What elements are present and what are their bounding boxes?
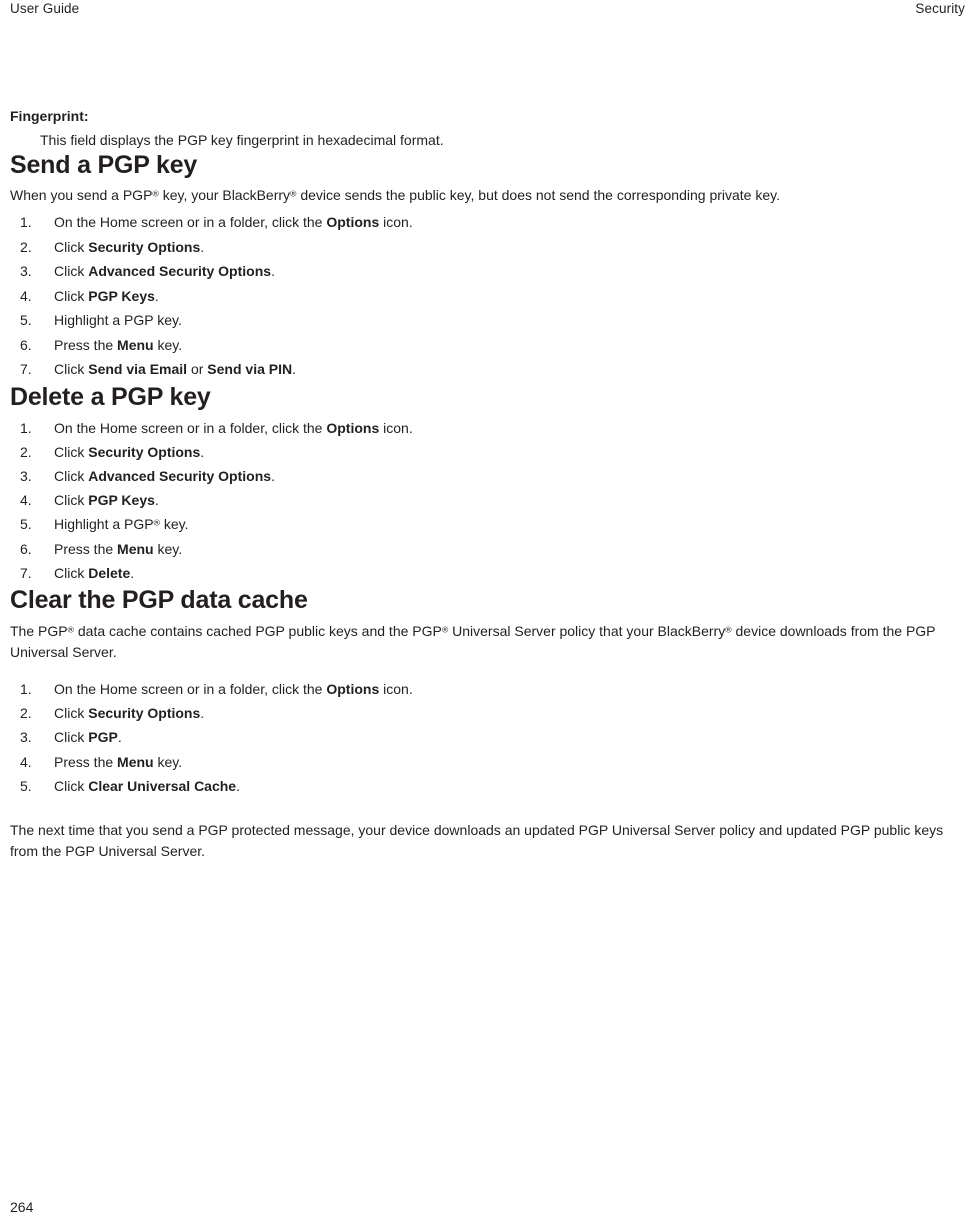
running-header: User Guide Security	[10, 0, 965, 22]
intro-paragraph-clear: The PGP® data cache contains cached PGP …	[10, 622, 936, 660]
list-item: On the Home screen or in a folder, click…	[20, 210, 413, 234]
definition-list: Fingerprint: This field displays the PGP…	[10, 106, 968, 150]
steps-list-send: On the Home screen or in a folder, click…	[10, 210, 968, 382]
list-item: Click Security Options.	[20, 440, 205, 465]
definition-description-fingerprint: This field displays the PGP key fingerpr…	[40, 132, 444, 148]
list-item: On the Home screen or in a folder, click…	[20, 416, 413, 441]
running-header-right: Security	[915, 1, 965, 16]
definition-term-fingerprint: Fingerprint:	[10, 108, 89, 124]
steps-list-clear: On the Home screen or in a folder, click…	[10, 677, 968, 799]
page-title-clear-the-pgp-data-cache: Clear the PGP data cache	[10, 585, 308, 614]
page-title-send-a-pgp-key: Send a PGP key	[10, 151, 198, 179]
list-item: Highlight a PGP key.	[20, 308, 182, 332]
section-send-a-pgp-key: Send a PGP key When you send a PGP® key,…	[10, 150, 968, 382]
list-item: Press the Menu key.	[20, 750, 183, 775]
document-page: User Guide Security Fingerprint: This fi…	[0, 0, 975, 1228]
list-item: Click Advanced Security Options.	[20, 464, 275, 489]
list-item: Click Clear Universal Cache.	[20, 774, 240, 799]
page-content: Fingerprint: This field displays the PGP…	[10, 106, 968, 862]
intro-paragraph-send: When you send a PGP® key, your BlackBerr…	[10, 187, 780, 203]
list-item: Click PGP Keys.	[20, 488, 159, 513]
section-clear-the-pgp-data-cache: Clear the PGP data cache The PGP® data c…	[10, 585, 968, 862]
list-item: Highlight a PGP® key.	[20, 512, 189, 537]
list-item: Click PGP Keys.	[20, 284, 159, 308]
list-item: Click Security Options.	[20, 701, 205, 726]
list-item: On the Home screen or in a folder, click…	[20, 677, 413, 702]
list-item: Click Advanced Security Options.	[20, 259, 275, 283]
page-title-delete-a-pgp-key: Delete a PGP key	[10, 382, 211, 411]
list-item: Click Delete.	[20, 561, 135, 586]
list-item: Click Security Options.	[20, 235, 205, 259]
list-item: Press the Menu key.	[20, 537, 183, 562]
running-header-left: User Guide	[10, 1, 80, 16]
list-item: Click PGP.	[20, 725, 122, 750]
list-item: Click Send via Email or Send via PIN.	[20, 357, 296, 381]
page-number: 264	[10, 1199, 34, 1215]
list-item: Press the Menu key.	[20, 333, 183, 357]
section-delete-a-pgp-key: Delete a PGP key On the Home screen or i…	[10, 382, 968, 586]
steps-list-delete: On the Home screen or in a folder, click…	[10, 416, 968, 586]
outro-paragraph-clear: The next time that you send a PGP protec…	[10, 821, 944, 859]
